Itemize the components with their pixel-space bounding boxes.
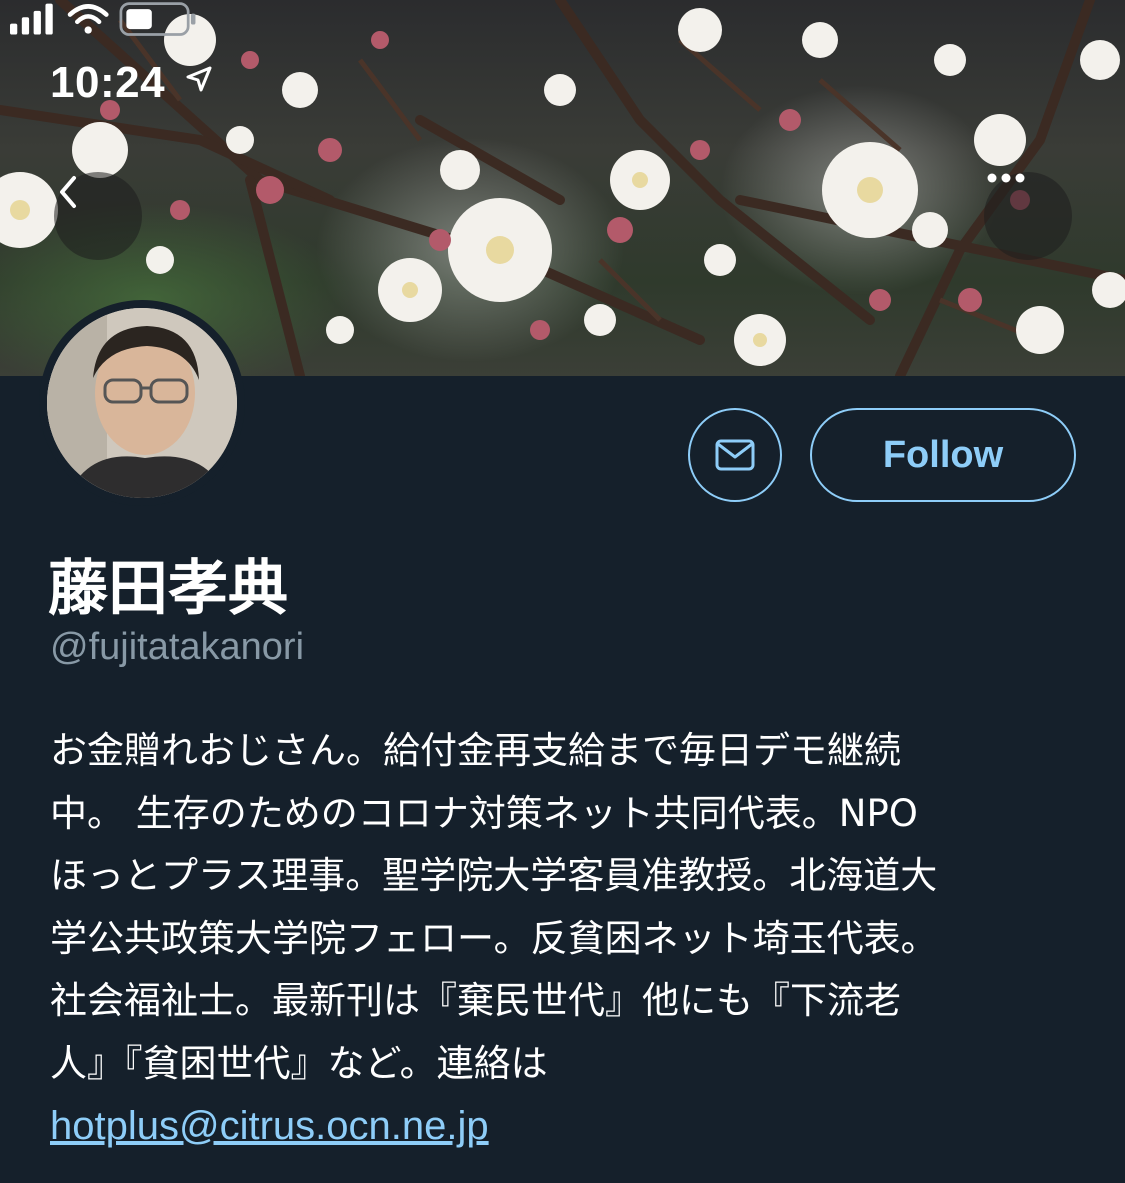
bio-line: 中。 生存のためのコロナ対策ネット共同代表。NPO: [50, 791, 918, 835]
bio-line: 社会福祉士。最新刊は『棄民世代』他にも『下流老: [50, 979, 901, 1022]
message-button[interactable]: [688, 408, 782, 502]
location-arrow-icon: [186, 66, 212, 92]
profile-bio: お金贈れおじさん。給付金再支給まで毎日デモ継続 中。 生存のためのコロナ対策ネッ…: [50, 720, 1070, 1159]
more-options-button[interactable]: [984, 172, 1072, 260]
avatar[interactable]: [39, 300, 245, 506]
more-dots-icon: [987, 173, 1025, 183]
bio-line: お金贈れおじさん。給付金再支給まで毎日デモ継続: [50, 729, 901, 772]
bio-line: ほっとプラス理事。聖学院大学客員准教授。北海道大: [50, 854, 938, 897]
display-name: 藤田孝典: [48, 554, 288, 624]
user-handle: @fujitatakanori: [50, 626, 305, 668]
envelope-icon: [715, 439, 755, 471]
back-button[interactable]: [54, 172, 142, 260]
wifi-icon: [67, 4, 109, 34]
bio-line: 人』『貧困世代』など。連絡は: [50, 1041, 548, 1085]
signal-icon: [10, 3, 53, 35]
follow-button[interactable]: Follow: [810, 408, 1076, 502]
contact-email-link[interactable]: hotplus@citrus.ocn.ne.jp: [50, 1104, 489, 1148]
battery-icon: [119, 2, 196, 36]
back-chevron-icon: [60, 176, 76, 208]
status-icons: [10, 2, 196, 36]
status-time: 10:24: [50, 58, 166, 107]
bio-line: 学公共政策大学院フェロー。反貧困ネット埼玉代表。: [50, 916, 938, 960]
avatar-image: [47, 308, 237, 498]
